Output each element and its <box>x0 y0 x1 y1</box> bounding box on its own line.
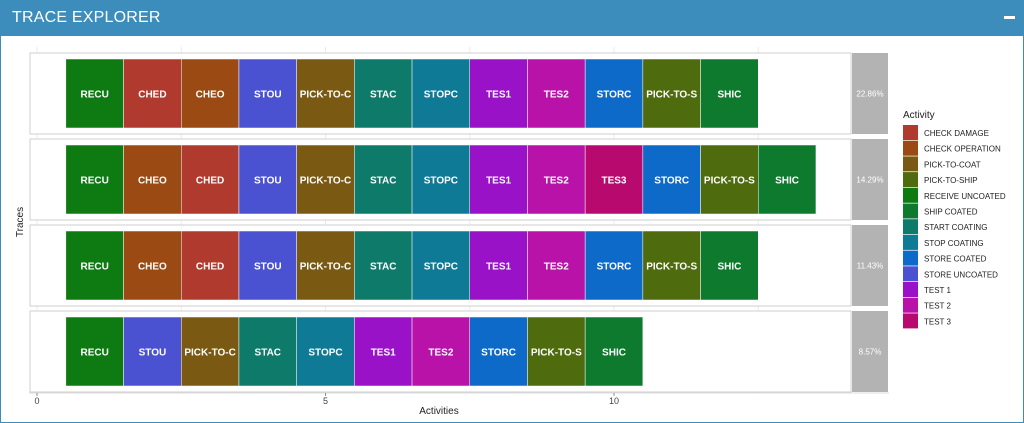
trace-percent: 14.29% <box>856 176 883 185</box>
activity-segment-label: STOPC <box>308 348 342 359</box>
legend-label: PICK-TO-SHIP <box>924 176 978 185</box>
legend-label: TEST 3 <box>924 317 952 326</box>
activity-segment-label: PICK-TO-C <box>300 176 351 187</box>
activity-segment-label: RECU <box>81 262 109 273</box>
activity-segment-label: PICK-TO-C <box>300 90 351 101</box>
activity-segment-label: STAC <box>255 348 281 359</box>
legend-swatch <box>903 250 918 266</box>
legend-swatch <box>903 297 918 313</box>
activity-segment-label: CHEO <box>138 262 167 273</box>
activity-segment-label: STOPC <box>424 176 458 187</box>
activity-segment-label: CHED <box>196 176 224 187</box>
legend-label: TEST 2 <box>924 302 952 311</box>
activity-segment-label: PICK-TO-C <box>300 262 351 273</box>
legend-label: RECEIVE UNCOATED <box>924 192 1006 201</box>
activity-segment-label: RECU <box>81 176 109 187</box>
legend-label: PICK-TO-COAT <box>924 160 981 169</box>
legend-swatch <box>903 187 918 203</box>
activity-segment-label: TES1 <box>371 348 396 359</box>
activity-segment-label: SHIC <box>717 90 741 101</box>
legend-label: START COATING <box>924 223 987 232</box>
legend-swatch <box>903 234 918 250</box>
activity-segment-label: STOU <box>254 176 282 187</box>
activity-segment-label: TES1 <box>486 90 511 101</box>
activity-segment-label: RECU <box>81 90 109 101</box>
legend-swatch <box>903 203 918 219</box>
activity-segment-label: SHIC <box>775 176 799 187</box>
activity-segment-label: STOU <box>254 90 282 101</box>
trace-percent: 22.86% <box>856 90 883 99</box>
activity-segment-label: SHIC <box>602 348 626 359</box>
activity-segment-label: STORC <box>481 348 516 359</box>
activity-segment-label: RECU <box>81 348 109 359</box>
legend-swatch <box>903 125 918 140</box>
legend-label: STORE COATED <box>924 255 987 264</box>
x-tick-label: 0 <box>34 396 39 406</box>
activity-segment-label: TES2 <box>428 348 453 359</box>
legend-label: STORE UNCOATED <box>924 270 998 279</box>
activity-segment-label: TES1 <box>486 176 511 187</box>
legend-label: CHECK OPERATION <box>924 145 1001 154</box>
legend-swatch <box>903 156 918 172</box>
legend-swatch <box>903 172 918 188</box>
trace-chart: 22.86% RECU CHED CHEO STOU PICK-TO-C STAC STOPC… <box>15 47 1006 417</box>
activity-segment-label: PICK-TO-S <box>531 348 582 359</box>
activity-segment-label: PICK-TO-S <box>646 90 697 101</box>
activity-segment-label: TES2 <box>544 262 569 273</box>
legend-label: CHECK DAMAGE <box>924 129 989 138</box>
x-tick-label: 5 <box>323 396 328 406</box>
legend-title: Activity <box>903 110 935 121</box>
activity-segment-label: TES2 <box>544 176 569 187</box>
activity-segment-label: STAC <box>370 262 396 273</box>
activity-segment-label: CHED <box>196 262 224 273</box>
legend-label: STOP COATING <box>924 239 984 248</box>
activity-segment-label: TES1 <box>486 262 511 273</box>
activity-segment-label: STAC <box>370 176 396 187</box>
activity-segment-label: SHIC <box>717 262 741 273</box>
x-axis-title: Activities <box>419 406 458 417</box>
activity-segment-label: STAC <box>370 90 396 101</box>
x-tick-label: 10 <box>609 396 619 406</box>
activity-segment-label: CHED <box>138 90 166 101</box>
trace-percent: 11.43% <box>857 262 884 271</box>
activity-segment-label: PICK-TO-C <box>184 348 235 359</box>
legend-swatch <box>903 282 918 297</box>
activity-segment-label: STOPC <box>424 90 458 101</box>
activity-segment-label: PICK-TO-S <box>646 262 697 273</box>
legend-swatch <box>903 219 918 235</box>
activity-segment-label: STOPC <box>424 262 458 273</box>
activity-segment-label: STORC <box>597 90 632 101</box>
y-axis-title: Traces <box>15 207 26 237</box>
activity-segment-label: STOU <box>139 348 167 359</box>
activity-segment-label: PICK-TO-S <box>704 176 755 187</box>
trace-percent: 8.57% <box>859 348 882 357</box>
activity-segment-label: CHEO <box>196 90 225 101</box>
trace-explorer-box: TRACE EXPLORER 22.86% RECU CHED CHEO STOU PIC… <box>0 0 1024 423</box>
legend-label: TEST 1 <box>924 286 952 295</box>
legend-swatch <box>903 140 918 156</box>
activity-segment-label: STOU <box>254 262 282 273</box>
activity-segment-label: TES3 <box>601 176 626 187</box>
activity-segment-label: STORC <box>597 262 632 273</box>
activity-segment-label: TES2 <box>544 90 569 101</box>
activity-segment-label: STORC <box>654 176 689 187</box>
legend-swatch <box>903 266 918 282</box>
legend-swatch <box>903 313 918 329</box>
legend-label: SHIP COATED <box>924 208 978 217</box>
activity-segment-label: CHEO <box>138 176 167 187</box>
